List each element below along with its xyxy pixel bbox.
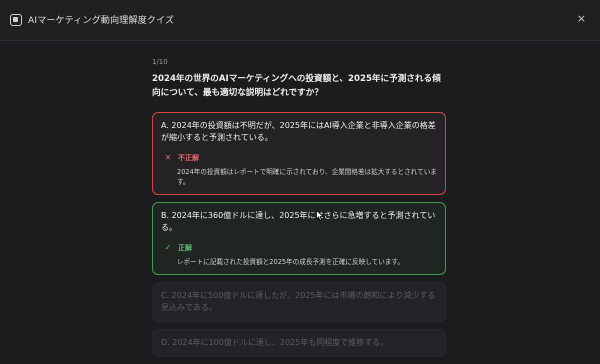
option-b-label: B. 2024年に360億ドルに達し、2025年にはさらに急増すると予測されてい… bbox=[161, 211, 436, 232]
quiz-panel: 1/10 2024年の世界のAIマーケティングへの投資額と、2025年に予測され… bbox=[152, 58, 446, 364]
mouse-cursor-icon bbox=[316, 210, 324, 221]
option-a[interactable]: A. 2024年の投資額は不明だが、2025年にはAI導入企業と非導入企業の格差… bbox=[152, 112, 446, 195]
title-bar: AIマーケティング動向理解度クイズ × bbox=[0, 0, 600, 41]
option-c-label: C. 2024年に500億ドルに達したが、2025年には市場の飽和により減少する… bbox=[161, 291, 436, 312]
option-b[interactable]: B. 2024年に360億ドルに達し、2025年にはさらに急増すると予測されてい… bbox=[152, 202, 446, 275]
question-progress: 1/10 bbox=[152, 58, 168, 66]
option-c: C. 2024年に500億ドルに達したが、2025年には市場の飽和により減少する… bbox=[152, 282, 446, 322]
option-d-label: D. 2024年に100億ドルに達し、2025年も同程度で推移する。 bbox=[161, 338, 389, 347]
option-a-label: A. 2024年の投資額は不明だが、2025年にはAI導入企業と非導入企業の格差… bbox=[161, 121, 436, 142]
feedback-text-incorrect: 2024年の投資額はレポートで明確に示されており、企業間格差は拡大するとされてい… bbox=[177, 168, 437, 186]
cross-icon: ✕ bbox=[164, 153, 172, 162]
feedback-title-incorrect: 不正解 bbox=[178, 154, 199, 162]
option-a-feedback: ✕ 不正解 2024年の投資額はレポートで明確に示されており、企業間格差は拡大す… bbox=[161, 152, 437, 187]
close-button[interactable]: × bbox=[577, 12, 586, 26]
option-d: D. 2024年に100億ドルに達し、2025年も同程度で推移する。 bbox=[152, 329, 446, 357]
app-icon bbox=[10, 14, 22, 26]
option-b-feedback: ✓ 正解 レポートに記載された投資額と2025年の成長予測を正確に反映しています… bbox=[161, 242, 437, 267]
feedback-title-correct: 正解 bbox=[178, 244, 192, 252]
check-icon: ✓ bbox=[164, 243, 172, 252]
feedback-text-correct: レポートに記載された投資額と2025年の成長予測を正確に反映しています。 bbox=[177, 258, 404, 266]
window-title: AIマーケティング動向理解度クイズ bbox=[28, 16, 175, 26]
question-text: 2024年の世界のAIマーケティングへの投資額と、2025年に予測される傾向につ… bbox=[152, 74, 441, 98]
